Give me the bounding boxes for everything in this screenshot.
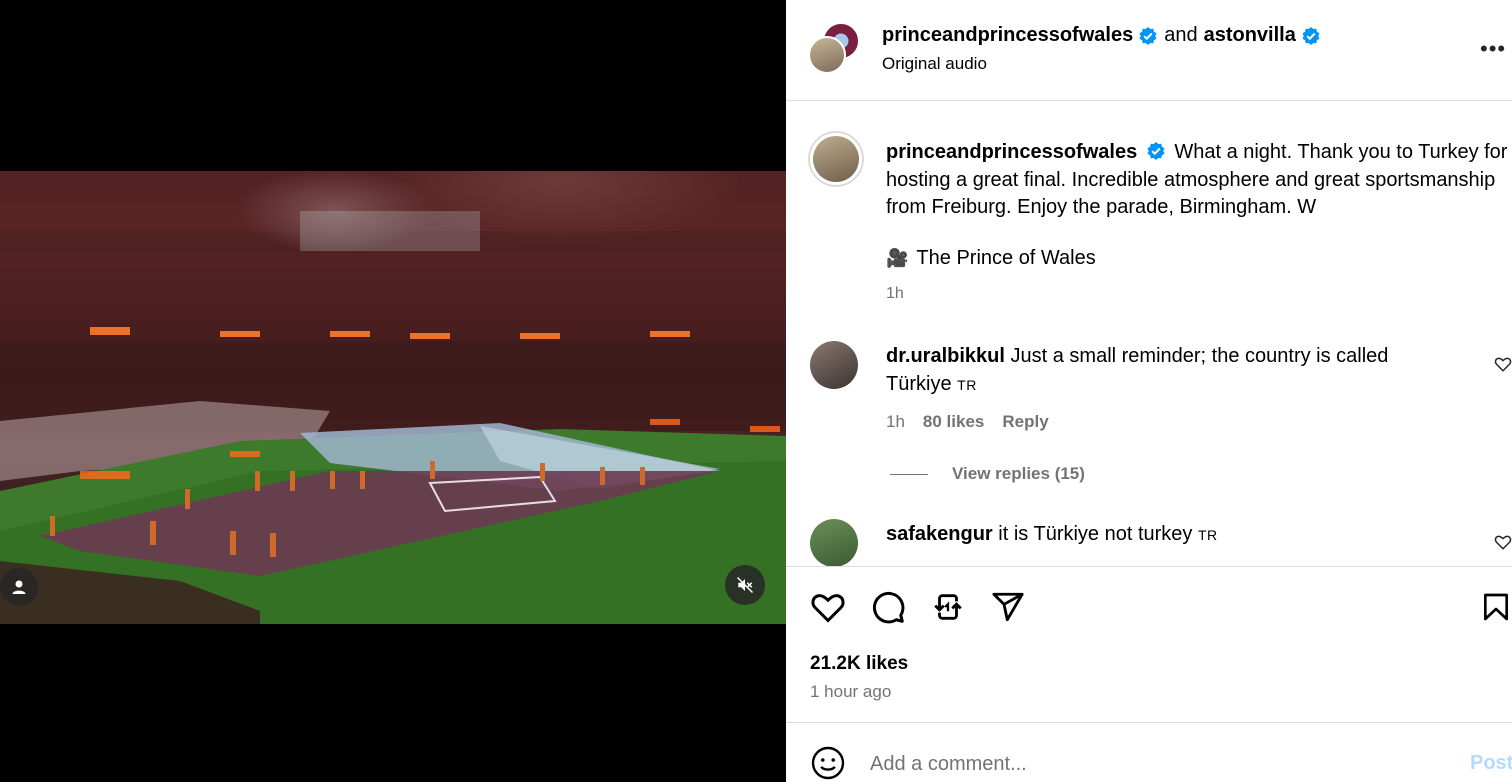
- heart-icon[interactable]: [1494, 533, 1512, 551]
- comment-button[interactable]: [868, 587, 908, 627]
- stadium-scene: [0, 171, 786, 624]
- heart-icon[interactable]: [1494, 355, 1512, 373]
- comment-likes[interactable]: 80 likes: [923, 412, 984, 432]
- flag-label: TR: [1197, 527, 1218, 543]
- save-button[interactable]: [1476, 587, 1512, 627]
- share-button[interactable]: [988, 587, 1028, 627]
- comment-avatar[interactable]: [810, 341, 858, 389]
- verified-badge-icon: [1139, 26, 1157, 45]
- comment-username[interactable]: safakengur: [886, 523, 993, 545]
- comment-time[interactable]: 1h: [886, 412, 905, 432]
- comment-input[interactable]: [870, 749, 1430, 779]
- header-usernames: princeandprincessofwales and astonvilla: [882, 24, 1321, 47]
- avatar-princeandprincessofwales[interactable]: [808, 36, 846, 74]
- post-button[interactable]: Post: [1470, 752, 1512, 775]
- share-icon: [992, 592, 1024, 622]
- bookmark-icon: [1484, 593, 1508, 621]
- comment-meta: 1h 80 likes Reply: [886, 412, 1049, 432]
- header-username-1[interactable]: princeandprincessofwales: [882, 24, 1133, 47]
- comment-icon: [872, 591, 905, 624]
- heart-icon: [811, 594, 845, 623]
- post-timestamp[interactable]: 1 hour ago: [810, 682, 891, 702]
- user-tag-button[interactable]: [0, 568, 38, 606]
- comment-text: dr.uralbikkul Just a small reminder; the…: [886, 342, 1446, 399]
- verified-badge-icon: [1147, 142, 1165, 160]
- video-pane: [0, 0, 786, 782]
- video-player[interactable]: [0, 171, 786, 624]
- flag-label: TR: [957, 377, 977, 393]
- repost-button[interactable]: [928, 587, 968, 627]
- verified-badge-icon: [1302, 26, 1320, 45]
- reply-button[interactable]: Reply: [1002, 412, 1048, 432]
- mute-icon: [736, 576, 754, 594]
- comment-avatar[interactable]: [810, 519, 858, 566]
- repost-icon: [934, 594, 962, 620]
- comment-bar: Post: [786, 722, 1512, 782]
- credit-text: The Prince of Wales: [916, 247, 1096, 269]
- caption-avatar[interactable]: [808, 131, 864, 187]
- collab-avatars[interactable]: [808, 22, 860, 74]
- header-username-2[interactable]: astonvilla: [1204, 24, 1296, 47]
- comment-body: it is Türkiye not turkey: [998, 523, 1193, 545]
- comment-text: safakengur it is Türkiye not turkey TR: [886, 520, 1446, 549]
- view-replies-label: View replies (15): [952, 464, 1085, 483]
- mute-button[interactable]: [725, 565, 765, 605]
- caption: princeandprincessofwales What a night. T…: [886, 139, 1512, 222]
- caption-timestamp[interactable]: 1h: [886, 285, 904, 303]
- like-button[interactable]: [808, 587, 848, 627]
- emoji-icon[interactable]: [810, 745, 846, 781]
- post-header: princeandprincessofwales and astonvilla …: [786, 0, 1512, 101]
- comments-list[interactable]: princeandprincessofwales What a night. T…: [786, 101, 1512, 566]
- likes-count[interactable]: 21.2K likes: [810, 653, 908, 675]
- camera-icon: 🎥: [886, 248, 909, 268]
- caption-username[interactable]: princeandprincessofwales: [886, 141, 1137, 163]
- comment-username[interactable]: dr.uralbikkul: [886, 345, 1005, 367]
- user-tag-icon: [12, 580, 26, 594]
- actions-bar: 21.2K likes 1 hour ago: [786, 566, 1512, 723]
- view-replies-button[interactable]: View replies (15): [890, 464, 1085, 484]
- post-sidebar: princeandprincessofwales and astonvilla …: [786, 0, 1512, 782]
- header-and: and: [1164, 24, 1198, 46]
- video-credit: 🎥 The Prince of Wales: [886, 247, 1096, 270]
- original-audio-link[interactable]: Original audio: [882, 54, 987, 74]
- more-options-icon[interactable]: •••: [1480, 36, 1506, 62]
